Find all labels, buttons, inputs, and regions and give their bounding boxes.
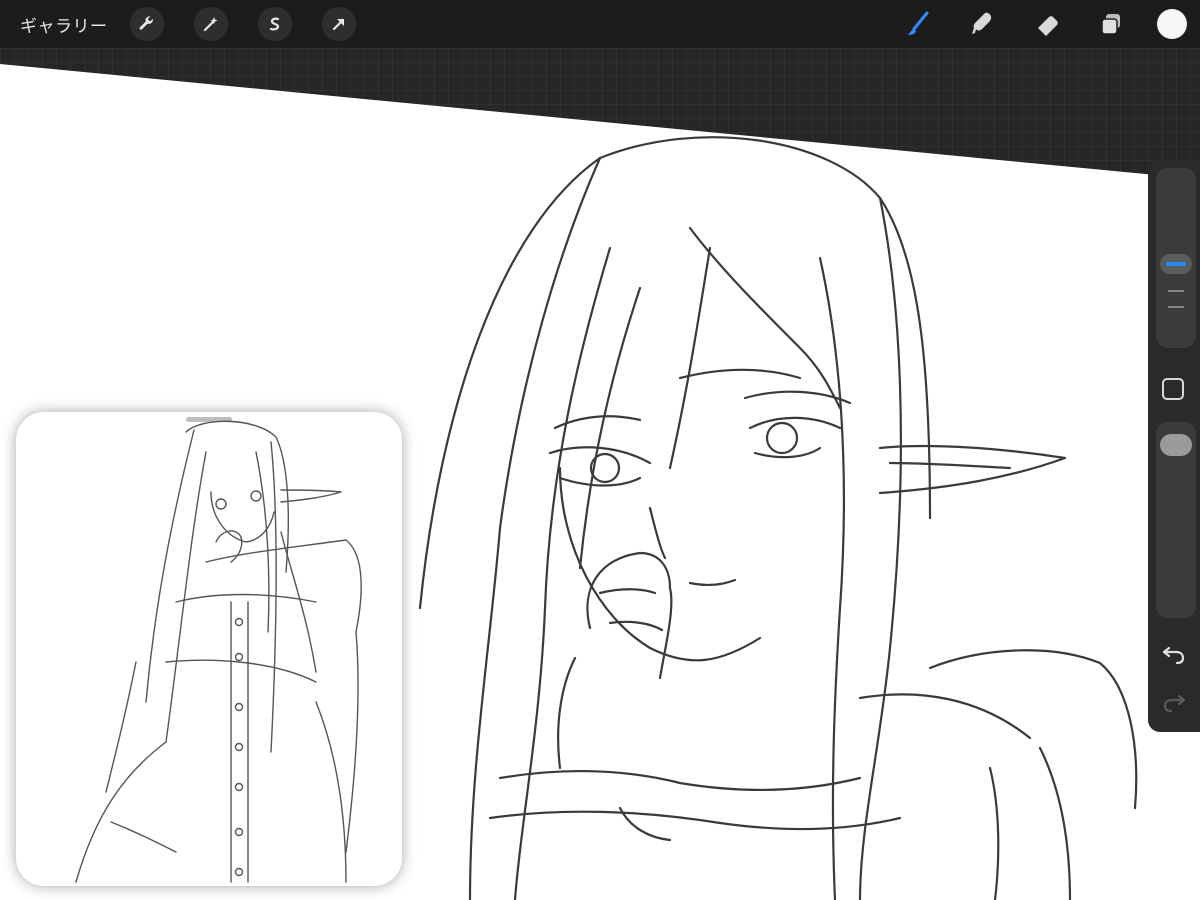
sidebar (1148, 160, 1200, 732)
opacity-slider[interactable] (1156, 422, 1196, 618)
eraser-icon[interactable] (1029, 6, 1065, 42)
wrench-icon[interactable] (129, 7, 164, 41)
top-toolbar: ギャラリー (0, 0, 1200, 48)
brush-size-thumb[interactable] (1160, 254, 1192, 274)
magic-wand-icon[interactable] (193, 7, 228, 41)
transform-arrow-icon[interactable] (321, 7, 356, 41)
layers-icon[interactable] (1093, 6, 1129, 42)
redo-icon[interactable] (1160, 688, 1188, 716)
modify-button[interactable] (1162, 378, 1184, 400)
gallery-button[interactable]: ギャラリー (20, 12, 108, 37)
size-preset-tick (1168, 306, 1184, 308)
size-preset-tick (1168, 290, 1184, 292)
smudge-icon[interactable] (965, 6, 1001, 42)
opacity-thumb[interactable] (1160, 434, 1192, 456)
color-picker-button[interactable] (1157, 9, 1187, 39)
reference-window[interactable] (16, 412, 402, 886)
painting-tools (873, 0, 1200, 48)
reference-thumbnail (75, 420, 362, 883)
selection-icon[interactable] (257, 7, 292, 41)
brush-size-slider[interactable] (1156, 168, 1196, 348)
undo-icon[interactable] (1160, 640, 1188, 668)
brush-icon[interactable] (901, 6, 937, 42)
